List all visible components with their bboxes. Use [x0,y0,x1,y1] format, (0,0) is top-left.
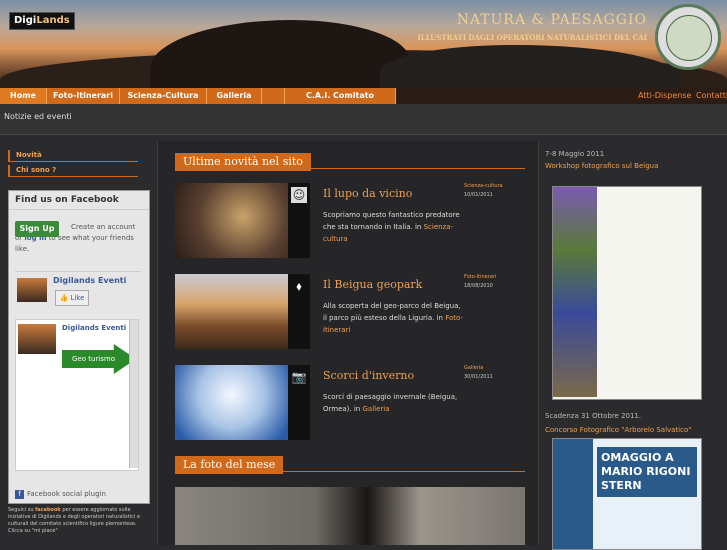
post-date: 10/01/2011 [464,192,493,198]
nav-item-blank[interactable] [262,88,285,104]
darwin-portrait-icon: ☺ [291,187,307,203]
sidebar-item-novita[interactable]: Novità [8,150,138,162]
subnav-bar: Notizie ed eventi [0,104,727,135]
post-title[interactable]: Scorci d'inverno [323,369,414,382]
brand-subtitle: ILLUSTRATI DAGLI OPERATORI NATURALISTICI… [417,33,647,42]
post-strip: 📷 [288,365,310,440]
italy-map-icon: ⬧ [296,279,302,293]
thumbs-up-icon: 👍 [59,294,69,302]
poster-title: OMAGGIO A MARIO RIGONI STERN [597,447,697,497]
facebook-widget: Find us on Facebook Create an account or… [8,190,150,504]
post-item: ⬧ Il Beigua geopark Foto-Itinerari 18/08… [175,274,525,349]
landscape-hill [380,45,680,88]
post-strip: ☺ [288,183,310,258]
page-thumbnail[interactable] [17,278,47,302]
sidebar-item-chi-sono[interactable]: Chi sono ? [8,165,138,177]
camera-icon: 📷 [291,370,307,384]
feed-thumbnail[interactable] [18,324,56,354]
main-nav: Home Foto-Itinerari Scienza-Cultura Gall… [0,88,727,116]
post-desc: Scopriamo questo fantastico predatore ch… [323,211,460,243]
facebook-plugin-footer[interactable]: f Facebook social plugin [15,490,106,499]
main-content: Ultime novità nel sito ☺ Il lupo da vici… [157,141,539,545]
post-desc: Alla scoperta del geo-parco del Beigua, … [323,302,463,334]
post-item: ☺ Il lupo da vicino Scienza-cultura 10/0… [175,183,525,258]
section-title: Ultime novità nel sito [175,150,525,171]
facebook-page-row: Digilands Eventi 👍 Like [15,271,141,312]
nav-atti-dispense[interactable]: Atti-Dispense [638,88,691,104]
facebook-widget-title: Find us on Facebook [9,191,149,210]
feed-page-name[interactable]: Digilands Eventi [62,324,126,332]
site-logo[interactable]: DigiLands [9,12,75,30]
post-category[interactable]: Galleria [464,365,483,371]
nav-scienza-cultura[interactable]: Scienza-Cultura [120,88,207,104]
post-category[interactable]: Scienza-cultura [464,183,503,189]
facebook-link[interactable]: facebook [35,507,61,513]
post-desc: Scorci di paesaggio invernale (Beigua, O… [323,393,458,413]
landscape-rock [150,20,410,88]
post-category-link[interactable]: Galleria [362,405,389,413]
post-strip: ⬧ [288,274,310,349]
event-link[interactable]: Concorso Fotografico "Arborelo Salvatico… [545,426,691,434]
event-date: 7-8 Maggio 2011 [545,150,605,158]
facebook-page-name[interactable]: Digilands Eventi [53,276,126,285]
geo-turismo-arrow[interactable]: Geo turismo [62,344,136,374]
beigua-image[interactable] [175,274,288,349]
subnav-label[interactable]: Notizie ed eventi [4,112,72,121]
cai-seal-logo [655,4,721,70]
signup-button[interactable]: Sign Up [15,221,59,237]
nav-galleria[interactable]: Galleria [207,88,262,104]
photo-of-month-image[interactable] [175,487,525,545]
post-item: 📷 Scorci d'inverno Galleria 30/01/2011 S… [175,365,525,440]
nav-contatti[interactable]: Contatti [696,88,727,104]
nav-foto-itinerari[interactable]: Foto-Itinerari [47,88,120,104]
like-button[interactable]: 👍 Like [55,290,89,306]
facebook-feed: Digilands Eventi Geo turismo [15,319,139,471]
rigoni-stern-poster-image[interactable]: OMAGGIO A MARIO RIGONI STERN [552,438,702,550]
right-sidebar: 7-8 Maggio 2011 Workshop fotografico sul… [545,150,725,550]
winter-image[interactable] [175,365,288,440]
feed-scrollbar[interactable] [129,320,138,468]
wolf-image[interactable] [175,183,288,258]
post-date: 30/01/2011 [464,374,493,380]
nav-cai[interactable]: C.A.I. Comitato scientifico LP [285,88,396,116]
left-sidebar: Novità Chi sono ? Find us on Facebook Cr… [8,150,150,545]
event-link[interactable]: Workshop fotografico sul Beigua [545,162,725,170]
facebook-note: Seguici su facebook per essere aggiornat… [8,507,140,534]
post-date: 18/08/2010 [464,283,493,289]
workshop-poster-image[interactable] [552,186,702,400]
post-title[interactable]: Il Beigua geopark [323,278,422,291]
post-category[interactable]: Foto-Itinerari [464,274,496,280]
photo-of-month-title: La foto del mese [175,453,525,474]
facebook-icon: f [15,490,24,499]
brand-title: NATURA & PAESAGGIO [456,12,647,28]
post-title[interactable]: Il lupo da vicino [323,187,412,200]
event-date: Scadenza 31 Ottobre 2011. [545,412,642,420]
header-banner: DigiLands NATURA & PAESAGGIO ILLUSTRATI … [0,0,727,88]
nav-home[interactable]: Home [0,88,47,104]
